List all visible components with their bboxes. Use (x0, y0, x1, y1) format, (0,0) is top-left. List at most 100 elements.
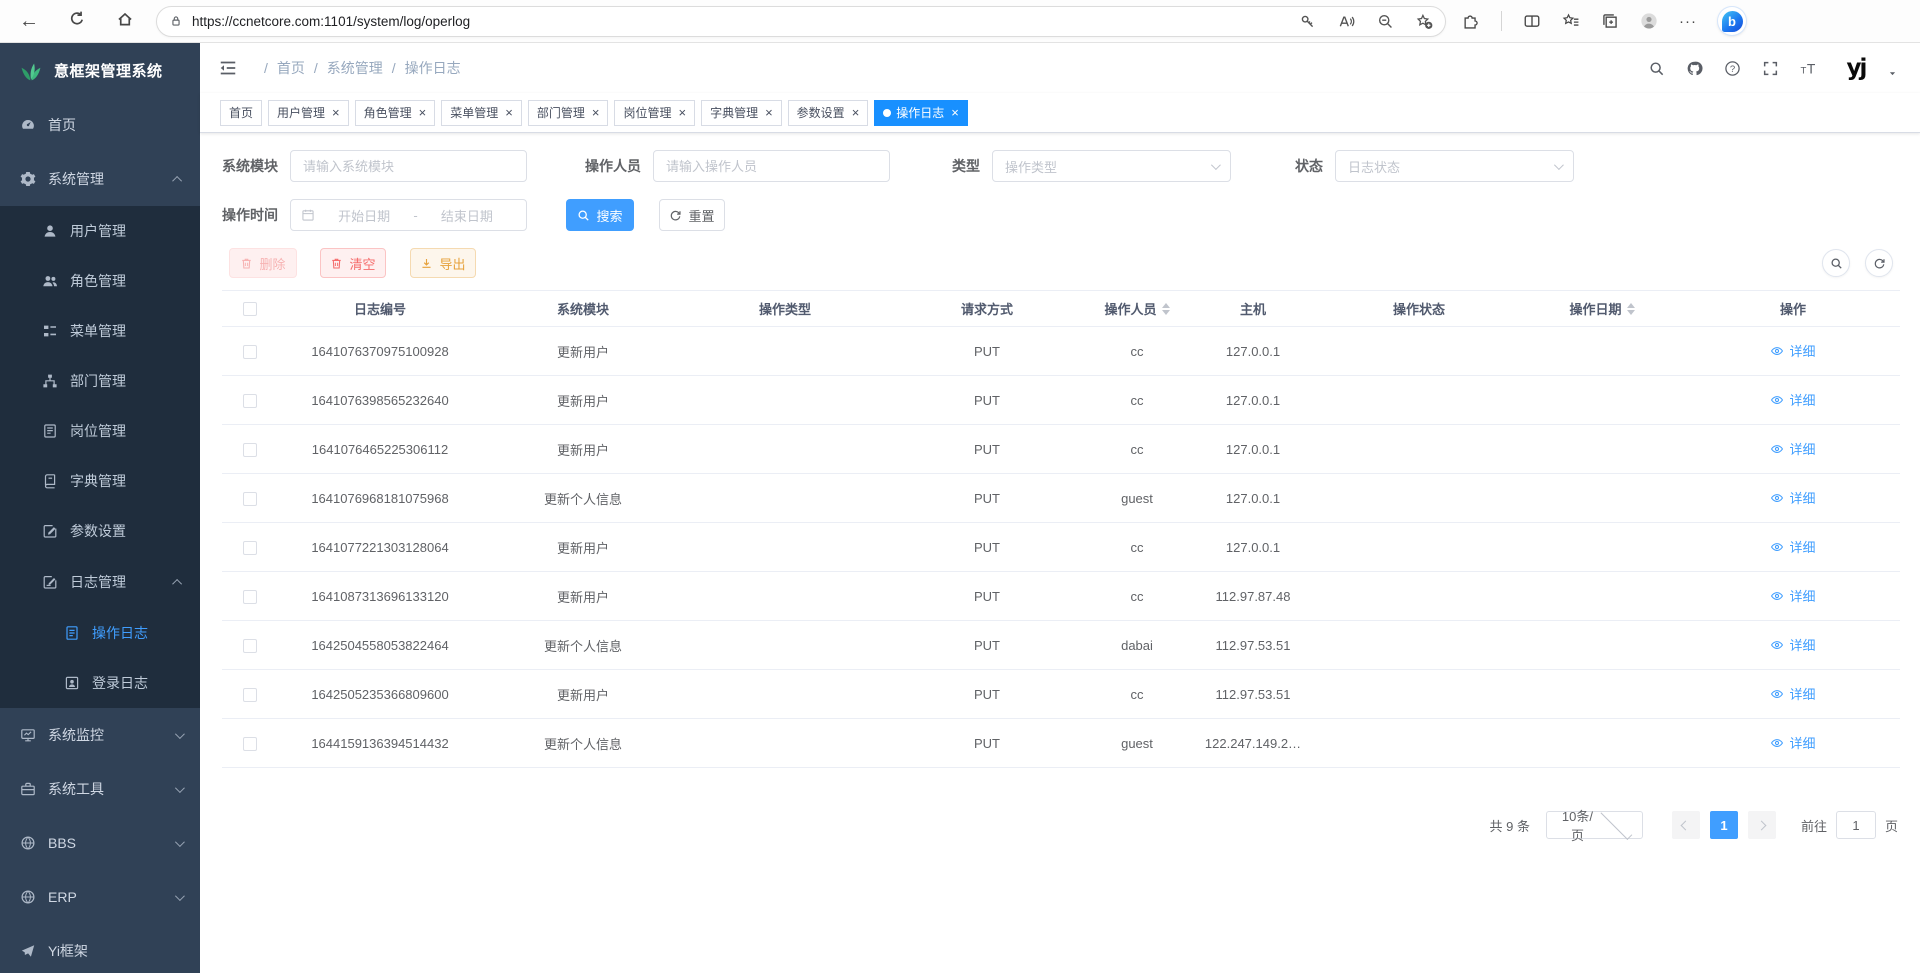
profile-icon[interactable] (1640, 12, 1658, 30)
page-tab[interactable]: 首页 × (220, 100, 262, 126)
sidebar-item[interactable]: ERP (0, 870, 200, 924)
prev-page-button[interactable] (1672, 811, 1700, 839)
clear-button[interactable]: 清空 (320, 248, 386, 278)
detail-link[interactable]: 详细 (1770, 390, 1815, 409)
sidebar-item[interactable]: 岗位管理 (0, 406, 200, 456)
close-icon[interactable]: × (951, 106, 959, 119)
cell-op-type (684, 474, 886, 523)
sidebar-item[interactable]: 操作日志 (0, 608, 200, 658)
sidebar-item[interactable]: 首页 (0, 98, 200, 152)
sidebar-item[interactable]: 日志管理 (0, 556, 200, 608)
export-button[interactable]: 导出 (410, 248, 476, 278)
read-aloud-icon[interactable] (1338, 13, 1355, 30)
search-button[interactable]: 搜索 (566, 199, 634, 231)
row-checkbox[interactable] (243, 590, 257, 604)
page-tab[interactable]: 角色管理 × (355, 100, 436, 126)
delete-button[interactable]: 删除 (229, 248, 297, 278)
page-tab[interactable]: 用户管理 × (268, 100, 349, 126)
row-checkbox[interactable] (243, 688, 257, 702)
help-icon[interactable]: ? (1724, 60, 1741, 77)
reload-icon[interactable] (68, 10, 86, 28)
page-tab[interactable]: 字典管理 × (701, 100, 782, 126)
row-checkbox[interactable] (243, 737, 257, 751)
breadcrumb-item[interactable]: / 操作日志 (383, 58, 461, 78)
address-bar[interactable]: https://ccnetcore.com:1101/system/log/op… (156, 6, 1446, 37)
url-text[interactable]: https://ccnetcore.com:1101/system/log/op… (192, 14, 1299, 29)
page-tab[interactable]: 部门管理 × (528, 100, 609, 126)
page-tab[interactable]: 岗位管理 × (614, 100, 695, 126)
operator-input[interactable] (653, 150, 890, 182)
detail-link[interactable]: 详细 (1770, 439, 1815, 458)
close-icon[interactable]: × (765, 106, 773, 119)
bing-chat-icon[interactable]: b (1718, 7, 1746, 35)
close-icon[interactable]: × (505, 106, 513, 119)
row-checkbox[interactable] (243, 345, 257, 359)
favorites-icon[interactable] (1562, 12, 1580, 30)
add-favorite-icon[interactable] (1416, 13, 1433, 30)
sort-icon[interactable] (1162, 303, 1170, 315)
detail-link[interactable]: 详细 (1770, 635, 1815, 654)
module-input[interactable] (290, 150, 527, 182)
row-checkbox[interactable] (243, 639, 257, 653)
sidebar-item[interactable]: 系统工具 (0, 762, 200, 816)
search-icon[interactable] (1648, 60, 1665, 77)
goto-page-input[interactable] (1836, 811, 1876, 839)
select-all-checkbox[interactable] (243, 302, 257, 316)
row-checkbox[interactable] (243, 492, 257, 506)
page-tab[interactable]: 操作日志 × (874, 100, 968, 126)
page-tab[interactable]: 菜单管理 × (441, 100, 522, 126)
caret-down-icon[interactable] (1887, 68, 1898, 79)
sidebar-item[interactable]: 部门管理 (0, 356, 200, 406)
row-checkbox[interactable] (243, 394, 257, 408)
current-page-button[interactable]: 1 (1710, 811, 1738, 839)
sidebar-item[interactable]: 登录日志 (0, 658, 200, 708)
type-select[interactable]: 操作类型 (992, 150, 1231, 182)
next-page-button[interactable] (1748, 811, 1776, 839)
more-icon[interactable]: ··· (1679, 13, 1697, 30)
detail-link[interactable]: 详细 (1770, 733, 1815, 752)
close-icon[interactable]: × (332, 106, 340, 119)
close-icon[interactable]: × (419, 106, 427, 119)
sidebar-item[interactable]: 字典管理 (0, 456, 200, 506)
back-icon[interactable]: ← (18, 10, 40, 32)
detail-link[interactable]: 详细 (1770, 586, 1815, 605)
hamburger-icon[interactable] (218, 58, 238, 78)
row-checkbox[interactable] (243, 443, 257, 457)
close-icon[interactable]: × (678, 106, 686, 119)
key-icon[interactable] (1299, 13, 1316, 30)
page-tab[interactable]: 参数设置 × (788, 100, 869, 126)
reset-button[interactable]: 重置 (659, 199, 725, 231)
extensions-icon[interactable] (1462, 12, 1480, 30)
avatar[interactable]: yj (1838, 51, 1874, 85)
sort-icon[interactable] (1627, 303, 1635, 315)
sidebar-item[interactable]: 用户管理 (0, 206, 200, 256)
zoom-out-icon[interactable] (1377, 13, 1394, 30)
split-screen-icon[interactable] (1523, 12, 1541, 30)
sidebar-item[interactable]: 系统监控 (0, 708, 200, 762)
sidebar-item[interactable]: BBS (0, 816, 200, 870)
detail-link[interactable]: 详细 (1770, 537, 1815, 556)
detail-link[interactable]: 详细 (1770, 684, 1815, 703)
sidebar-item[interactable]: 菜单管理 (0, 306, 200, 356)
fullscreen-icon[interactable] (1762, 60, 1779, 77)
close-icon[interactable]: × (592, 106, 600, 119)
sidebar-item[interactable]: Yi框架 (0, 924, 200, 973)
font-size-icon[interactable]: TT (1800, 60, 1817, 77)
date-range-picker[interactable]: 开始日期 - 结束日期 (290, 199, 527, 231)
close-icon[interactable]: × (852, 106, 860, 119)
home-icon[interactable] (116, 10, 134, 28)
detail-link[interactable]: 详细 (1770, 341, 1815, 360)
toggle-search-button[interactable] (1822, 249, 1850, 277)
detail-link[interactable]: 详细 (1770, 488, 1815, 507)
sidebar-item[interactable]: 系统管理 (0, 152, 200, 206)
row-checkbox[interactable] (243, 541, 257, 555)
page-size-select[interactable]: 10条/页 (1546, 811, 1643, 839)
refresh-table-button[interactable] (1865, 249, 1893, 277)
breadcrumb-item[interactable]: / 首页 (255, 58, 305, 78)
sidebar-item[interactable]: 角色管理 (0, 256, 200, 306)
breadcrumb-item[interactable]: / 系统管理 (305, 58, 383, 78)
collections-icon[interactable] (1601, 12, 1619, 30)
status-select[interactable]: 日志状态 (1335, 150, 1574, 182)
sidebar-item[interactable]: 参数设置 (0, 506, 200, 556)
github-icon[interactable] (1686, 60, 1703, 77)
